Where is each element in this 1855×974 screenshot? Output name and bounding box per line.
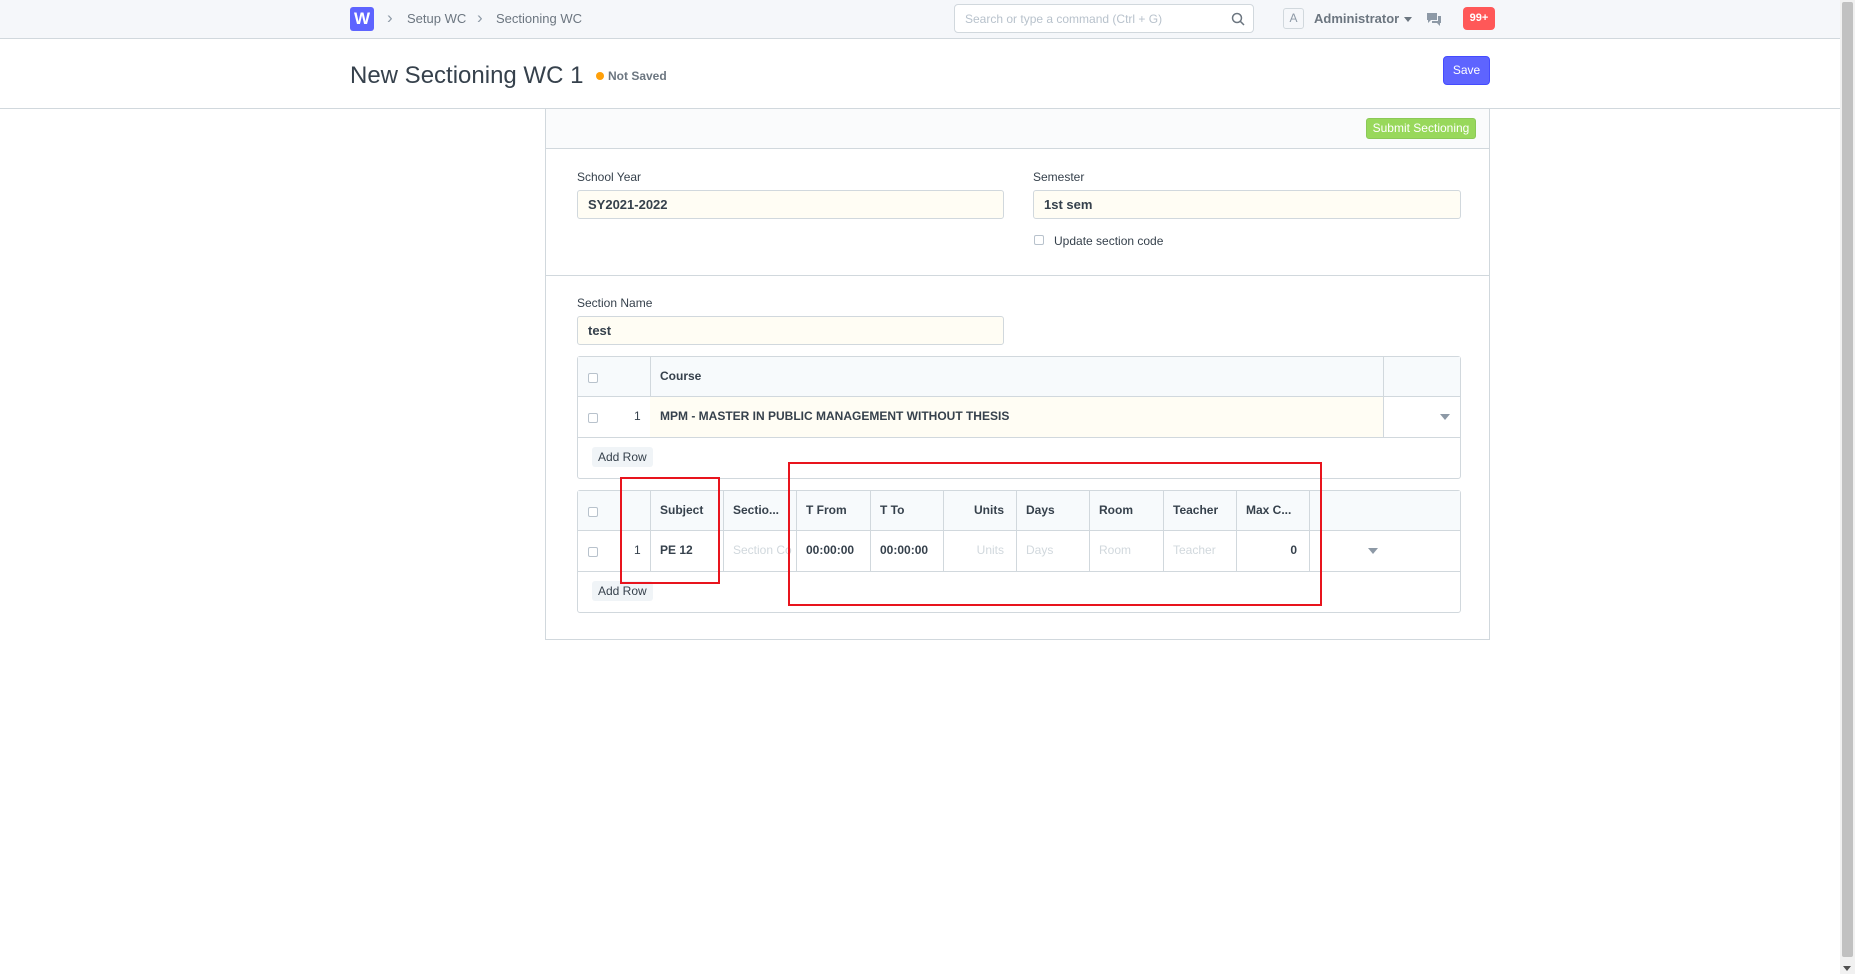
section-column-header[interactable]: Sectio... <box>723 491 796 531</box>
status-indicator: Not Saved <box>596 69 667 83</box>
scroll-down-arrow-icon[interactable] <box>1843 966 1851 971</box>
search-icon[interactable] <box>1231 12 1245 26</box>
row-number: 1 <box>634 409 641 423</box>
user-name: Administrator <box>1314 11 1400 26</box>
chevron-right-icon: › <box>387 8 393 27</box>
row-checkbox[interactable] <box>588 547 598 557</box>
notifications-badge[interactable]: 99+ <box>1463 7 1495 30</box>
breadcrumb-setup-wc[interactable]: Setup WC <box>407 11 466 26</box>
navbar: W › Setup WC › Sectioning WC A Administr… <box>0 0 1840 39</box>
page-scrollbar[interactable] <box>1840 0 1855 974</box>
semester-label: Semester <box>1033 170 1085 184</box>
caret-down-icon <box>1404 17 1413 23</box>
course-column-header[interactable]: Course <box>650 357 950 397</box>
row-dropdown-icon[interactable] <box>1440 414 1450 420</box>
row-checkbox[interactable] <box>588 413 598 423</box>
section-name-field[interactable]: test <box>577 316 1004 345</box>
chat-icon[interactable] <box>1425 11 1443 27</box>
page-title: New Sectioning WC 1 <box>350 62 584 89</box>
section-name-label: Section Name <box>577 296 653 310</box>
status-dot-icon <box>596 72 604 80</box>
course-grid: Course 1 MPM - MASTER IN PUBLIC MANAGEME… <box>577 356 1461 479</box>
status-text: Not Saved <box>608 69 667 83</box>
select-all-checkbox[interactable] <box>588 507 598 517</box>
school-year-field[interactable]: SY2021-2022 <box>577 190 1004 219</box>
update-section-code-label: Update section code <box>1054 234 1164 248</box>
form-toolbar: Submit Sectioning <box>546 109 1489 149</box>
annotation-box-schedule <box>788 462 1322 606</box>
section-code-cell[interactable]: Section Co <box>723 531 796 571</box>
save-button[interactable]: Save <box>1443 56 1490 85</box>
scrollbar-thumb[interactable] <box>1842 2 1853 957</box>
section-divider <box>546 275 1489 276</box>
search-box <box>954 4 1254 33</box>
course-cell[interactable]: MPM - MASTER IN PUBLIC MANAGEMENT WITHOU… <box>650 397 1383 437</box>
row-dropdown-icon[interactable] <box>1368 548 1378 554</box>
submit-sectioning-button[interactable]: Submit Sectioning <box>1366 118 1476 139</box>
add-course-row-button[interactable]: Add Row <box>592 447 653 467</box>
search-input[interactable] <box>955 5 1215 32</box>
annotation-box-subject <box>620 477 720 584</box>
page-head: New Sectioning WC 1 Not Saved Save <box>0 39 1840 109</box>
app-logo[interactable]: W <box>350 7 374 31</box>
semester-field[interactable]: 1st sem <box>1033 190 1461 219</box>
user-menu[interactable]: Administrator <box>1314 11 1413 26</box>
breadcrumb-sectioning-wc[interactable]: Sectioning WC <box>496 11 582 26</box>
add-subject-row-button[interactable]: Add Row <box>592 581 653 601</box>
avatar[interactable]: A <box>1283 8 1304 29</box>
school-year-label: School Year <box>577 170 642 184</box>
chevron-right-icon: › <box>477 8 483 27</box>
update-section-code-checkbox[interactable] <box>1034 235 1044 245</box>
select-all-checkbox[interactable] <box>588 373 598 383</box>
